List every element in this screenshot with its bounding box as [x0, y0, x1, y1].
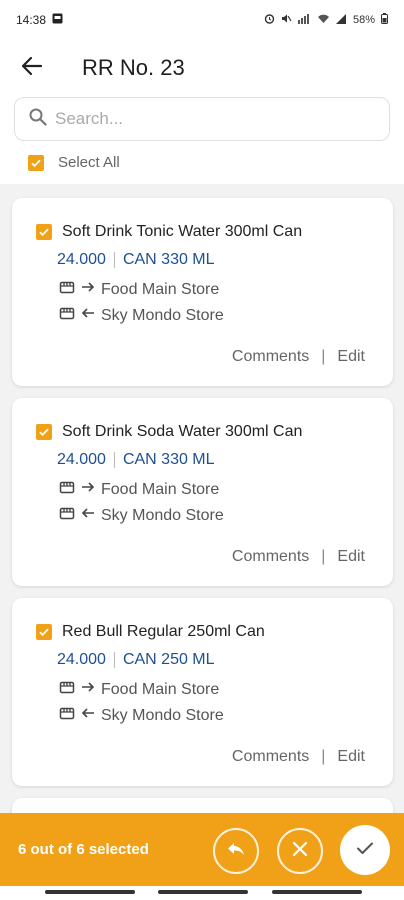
item-checkbox[interactable] — [36, 624, 52, 640]
wifi-icon — [317, 13, 330, 27]
select-all-label: Select All — [58, 154, 120, 171]
list-item: Red Bull Regular 250ml Can 24.000 CAN 25… — [12, 598, 393, 786]
divider — [113, 652, 115, 668]
nav-home-handle[interactable] — [158, 890, 248, 894]
divider — [113, 452, 115, 468]
notification-icon — [52, 13, 63, 27]
close-icon — [291, 840, 309, 863]
item-actions: Comments | Edit — [232, 348, 365, 366]
system-nav-bar — [0, 886, 404, 900]
store-icon — [59, 305, 75, 326]
arrow-right-icon — [81, 280, 95, 299]
item-actions: Comments | Edit — [232, 548, 365, 566]
arrow-left-icon — [81, 306, 95, 325]
divider: | — [321, 548, 326, 565]
reply-icon — [225, 838, 247, 865]
item-quantity: 24.000 — [57, 451, 106, 468]
from-store: Food Main Store — [101, 480, 220, 498]
selected-count: 6 out of 6 selected — [18, 841, 149, 858]
item-quantity: 24.000 — [57, 251, 106, 268]
item-unit: CAN 330 ML — [122, 251, 215, 268]
item-quantity-row: 24.000 CAN 330 ML — [57, 451, 215, 469]
item-name: Soft Drink Soda Water 300ml Can — [62, 423, 303, 440]
reply-button[interactable] — [213, 828, 259, 874]
app-header: RR No. 23 — [0, 40, 404, 96]
store-icon — [59, 479, 75, 500]
comments-button[interactable]: Comments — [232, 548, 309, 566]
item-checkbox[interactable] — [36, 224, 52, 240]
arrow-left-icon — [21, 55, 43, 82]
to-store: Sky Mondo Store — [101, 506, 224, 524]
item-name: Red Bull Regular 250ml Can — [62, 623, 265, 640]
edit-button[interactable]: Edit — [337, 548, 365, 566]
store-icon — [59, 705, 75, 726]
cancel-button[interactable] — [277, 828, 323, 874]
to-store: Sky Mondo Store — [101, 706, 224, 724]
confirm-button[interactable] — [340, 825, 390, 875]
mute-icon — [281, 13, 292, 27]
item-name: Soft Drink Tonic Water 300ml Can — [62, 223, 303, 240]
arrow-left-icon — [81, 506, 95, 525]
divider — [113, 252, 115, 268]
edit-button[interactable]: Edit — [337, 348, 365, 366]
from-store-row: Food Main Store — [59, 279, 219, 300]
from-store: Food Main Store — [101, 280, 220, 298]
list-item: Soft Drink Tonic Water 300ml Can 24.000 … — [12, 198, 393, 386]
alarm-icon — [264, 13, 275, 27]
search-icon — [29, 108, 47, 131]
arrow-right-icon — [81, 680, 95, 699]
item-quantity-row: 24.000 CAN 330 ML — [57, 251, 215, 269]
signal-icon — [335, 13, 347, 27]
filter-area: Select All — [0, 96, 404, 184]
arrow-left-icon — [81, 706, 95, 725]
to-store: Sky Mondo Store — [101, 306, 224, 324]
from-store-row: Food Main Store — [59, 479, 219, 500]
item-unit: CAN 250 ML — [122, 651, 215, 668]
store-icon — [59, 679, 75, 700]
divider: | — [321, 748, 326, 765]
item-actions: Comments | Edit — [232, 748, 365, 766]
page-title: RR No. 23 — [82, 55, 185, 80]
back-button[interactable] — [0, 40, 64, 96]
to-store-row: Sky Mondo Store — [59, 505, 224, 526]
search-box[interactable] — [14, 97, 390, 141]
item-unit: CAN 330 ML — [122, 451, 215, 468]
network-icon — [297, 13, 311, 27]
check-icon — [354, 837, 376, 864]
arrow-right-icon — [81, 480, 95, 499]
divider: | — [321, 348, 326, 365]
status-time: 14:38 — [16, 13, 47, 27]
from-store-row: Food Main Store — [59, 679, 219, 700]
selection-action-bar: 6 out of 6 selected — [0, 813, 404, 886]
status-bar: 14:38 58% — [0, 0, 404, 40]
comments-button[interactable]: Comments — [232, 748, 309, 766]
nav-recents-handle[interactable] — [45, 890, 135, 894]
store-icon — [59, 279, 75, 300]
comments-button[interactable]: Comments — [232, 348, 309, 366]
item-checkbox[interactable] — [36, 424, 52, 440]
from-store: Food Main Store — [101, 680, 220, 698]
item-quantity: 24.000 — [57, 651, 106, 668]
item-quantity-row: 24.000 CAN 250 ML — [57, 651, 215, 669]
to-store-row: Sky Mondo Store — [59, 305, 224, 326]
to-store-row: Sky Mondo Store — [59, 705, 224, 726]
list-item: Soft Drink Soda Water 300ml Can 24.000 C… — [12, 398, 393, 586]
store-icon — [59, 505, 75, 526]
edit-button[interactable]: Edit — [337, 748, 365, 766]
nav-back-handle[interactable] — [272, 890, 362, 894]
select-all-checkbox[interactable] — [28, 154, 44, 171]
select-all-row[interactable]: Select All — [28, 154, 120, 171]
battery-text: 58% — [352, 14, 375, 26]
search-input[interactable] — [55, 109, 355, 129]
battery-icon — [381, 13, 388, 27]
